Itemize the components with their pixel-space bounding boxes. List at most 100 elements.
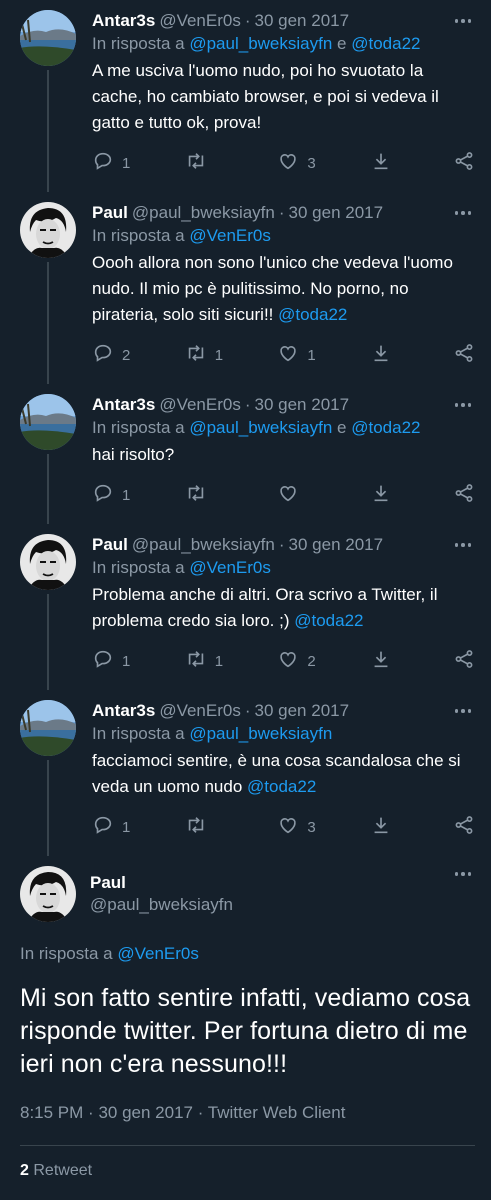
avatar[interactable] bbox=[20, 394, 76, 450]
header-separator: · bbox=[278, 535, 285, 554]
author-name[interactable]: Antar3s bbox=[92, 10, 155, 32]
avatar[interactable] bbox=[20, 10, 76, 66]
avatar[interactable] bbox=[20, 202, 76, 258]
reply-to-mention[interactable]: @paul_bweksiayfn bbox=[189, 724, 332, 743]
reply-to-and: e bbox=[337, 418, 347, 437]
author-handle[interactable]: @VenEr0s bbox=[159, 700, 241, 722]
author-handle[interactable]: @VenEr0s bbox=[159, 10, 241, 32]
reply-to-mention[interactable]: @paul_bweksiayfn bbox=[189, 418, 332, 437]
header-separator: · bbox=[278, 203, 285, 222]
download-icon bbox=[370, 342, 392, 368]
author-handle[interactable]: @paul_bweksiayfn bbox=[132, 202, 275, 224]
retweet-icon bbox=[185, 482, 207, 508]
tweet-text: hai risolto? bbox=[92, 445, 175, 464]
retweet-count: 1 bbox=[214, 346, 224, 364]
tweet-date[interactable]: 30 gen 2017 bbox=[255, 394, 350, 416]
more-options-icon[interactable] bbox=[454, 403, 476, 407]
like-button[interactable] bbox=[277, 482, 370, 508]
heart-icon bbox=[277, 150, 299, 176]
author-name[interactable]: Paul bbox=[92, 534, 128, 556]
reply-to-mention[interactable]: @toda22 bbox=[351, 418, 420, 437]
author-handle[interactable]: @paul_bweksiayfn bbox=[90, 894, 233, 916]
download-button[interactable] bbox=[370, 150, 453, 176]
more-options-icon[interactable] bbox=[454, 211, 476, 215]
author-name[interactable]: Antar3s bbox=[92, 394, 155, 416]
thread-tweet[interactable]: Antar3s @VenEr0s · 30 gen 2017 In rispos… bbox=[0, 0, 491, 192]
tweet-date[interactable]: 30 gen 2017 bbox=[255, 10, 350, 32]
more-options-icon[interactable] bbox=[454, 709, 476, 713]
author-handle[interactable]: @paul_bweksiayfn bbox=[132, 534, 275, 556]
tweet-text-mention[interactable]: @toda22 bbox=[247, 777, 316, 796]
share-button[interactable] bbox=[453, 150, 475, 176]
thread-tweet[interactable]: Paul @paul_bweksiayfn · 30 gen 2017 In r… bbox=[0, 524, 491, 690]
tweet-text-mention[interactable]: @toda22 bbox=[294, 611, 363, 630]
avatar[interactable] bbox=[20, 700, 76, 756]
retweet-button[interactable]: 1 bbox=[185, 648, 278, 674]
reply-to-prefix: In risposta a bbox=[92, 724, 185, 743]
thread-tweet[interactable]: Antar3s @VenEr0s · 30 gen 2017 In rispos… bbox=[0, 384, 491, 524]
reply-to-mention[interactable]: @VenEr0s bbox=[189, 226, 271, 245]
retweet-button[interactable]: 1 bbox=[185, 342, 278, 368]
download-button[interactable] bbox=[370, 342, 453, 368]
heart-icon bbox=[277, 482, 299, 508]
avatar[interactable] bbox=[20, 866, 76, 922]
reply-to-mention[interactable]: @toda22 bbox=[351, 34, 420, 53]
like-button[interactable]: 3 bbox=[277, 814, 370, 840]
reply-button[interactable]: 1 bbox=[92, 482, 185, 508]
reply-to-mention[interactable]: @paul_bweksiayfn bbox=[189, 34, 332, 53]
reply-count: 2 bbox=[122, 346, 131, 364]
tweet-text: A me usciva l'uomo nudo, poi ho svuotato… bbox=[92, 61, 439, 132]
share-button[interactable] bbox=[453, 648, 475, 674]
retweet-icon bbox=[185, 814, 207, 840]
share-icon bbox=[453, 342, 475, 368]
tweet-text-mention[interactable]: @toda22 bbox=[278, 305, 347, 324]
tweet-date[interactable]: 30 gen 2017 bbox=[98, 1103, 193, 1122]
heart-icon bbox=[277, 814, 299, 840]
share-icon bbox=[453, 482, 475, 508]
tweet-date[interactable]: 30 gen 2017 bbox=[255, 700, 350, 722]
tweet-time[interactable]: 8:15 PM bbox=[20, 1103, 83, 1122]
like-button[interactable]: 3 bbox=[277, 150, 370, 176]
retweet-label: Retweet bbox=[33, 1162, 93, 1179]
reply-to-line: In risposta a @VenEr0s bbox=[92, 224, 475, 248]
share-button[interactable] bbox=[453, 814, 475, 840]
reply-button[interactable]: 1 bbox=[92, 814, 185, 840]
reply-button[interactable]: 2 bbox=[92, 342, 185, 368]
reply-to-mention[interactable]: @VenEr0s bbox=[117, 944, 199, 963]
reply-icon bbox=[92, 648, 114, 674]
tweet-actions: 2 1 1 bbox=[92, 340, 475, 384]
avatar[interactable] bbox=[20, 534, 76, 590]
author-name[interactable]: Antar3s bbox=[92, 700, 155, 722]
author-name[interactable]: Paul bbox=[90, 872, 233, 894]
more-options-icon[interactable] bbox=[454, 872, 476, 876]
tweet-date[interactable]: 30 gen 2017 bbox=[289, 534, 384, 556]
tweet-date[interactable]: 30 gen 2017 bbox=[289, 202, 384, 224]
reply-icon bbox=[92, 342, 114, 368]
more-options-icon[interactable] bbox=[454, 543, 476, 547]
retweet-button[interactable] bbox=[185, 482, 278, 508]
reply-icon bbox=[92, 814, 114, 840]
like-button[interactable]: 1 bbox=[277, 342, 370, 368]
download-button[interactable] bbox=[370, 648, 453, 674]
reply-button[interactable]: 1 bbox=[92, 150, 185, 176]
retweet-stats[interactable]: 2 Retweet bbox=[20, 1146, 475, 1196]
reply-to-prefix: In risposta a bbox=[92, 226, 185, 245]
author-handle[interactable]: @VenEr0s bbox=[159, 394, 241, 416]
retweet-button[interactable] bbox=[185, 150, 278, 176]
share-button[interactable] bbox=[453, 482, 475, 508]
reply-to-mention[interactable]: @VenEr0s bbox=[189, 558, 271, 577]
share-button[interactable] bbox=[453, 342, 475, 368]
more-options-icon[interactable] bbox=[454, 19, 476, 23]
tweet-text-block: hai risolto? bbox=[92, 442, 475, 468]
thread-tweet[interactable]: Antar3s @VenEr0s · 30 gen 2017 In rispos… bbox=[0, 690, 491, 856]
reply-button[interactable]: 1 bbox=[92, 648, 185, 674]
download-button[interactable] bbox=[370, 482, 453, 508]
like-button[interactable]: 2 bbox=[277, 648, 370, 674]
author-name[interactable]: Paul bbox=[92, 202, 128, 224]
retweet-count: 2 bbox=[20, 1162, 29, 1179]
download-button[interactable] bbox=[370, 814, 453, 840]
retweet-button[interactable] bbox=[185, 814, 278, 840]
thread-tweet[interactable]: Paul @paul_bweksiayfn · 30 gen 2017 In r… bbox=[0, 192, 491, 384]
share-icon bbox=[453, 648, 475, 674]
tweet-client[interactable]: Twitter Web Client bbox=[208, 1103, 346, 1122]
